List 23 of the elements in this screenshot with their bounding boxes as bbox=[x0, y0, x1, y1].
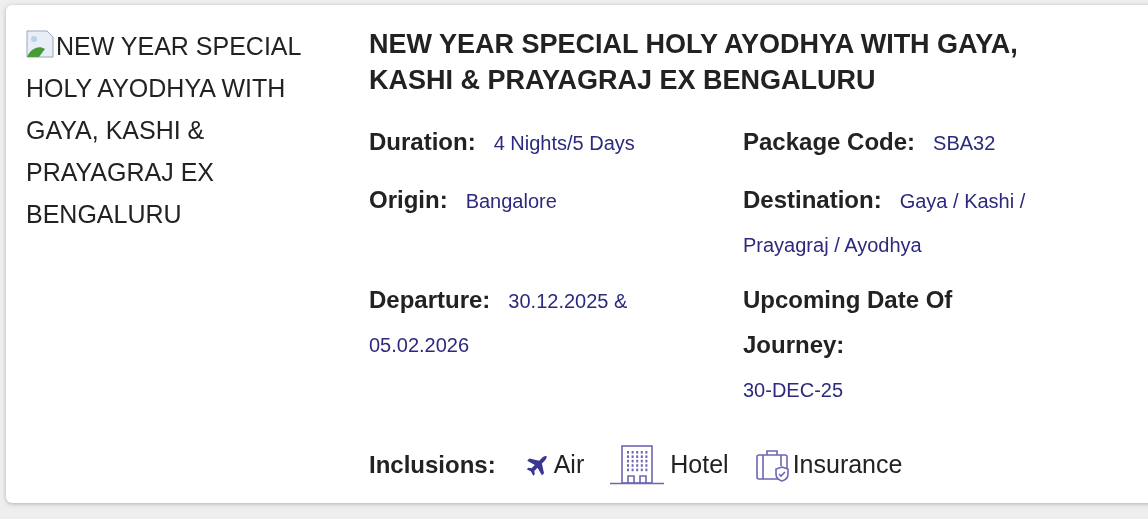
field-value: SBA32 bbox=[933, 132, 996, 154]
field-label: Duration: bbox=[369, 128, 476, 155]
field-label: Destination: bbox=[743, 186, 882, 213]
inclusions-label: Inclusions: bbox=[369, 450, 496, 480]
field-value: Prayagraj / Ayodhya bbox=[743, 233, 922, 258]
field-value: Bangalore bbox=[465, 190, 557, 212]
inclusion-label: Insurance bbox=[792, 449, 903, 481]
field-value: 30.12.2025 & bbox=[508, 290, 628, 312]
field-value: 4 Nights/5 Days bbox=[493, 132, 635, 154]
image-alt-text: NEW YEAR SPECIAL HOLY AYODHYA WITH GAYA, KASHI & PRAYAGRAJ EX BENGALURU bbox=[26, 29, 302, 230]
field-value: 05.02.2026 bbox=[369, 333, 470, 358]
field-label: Departure: bbox=[369, 286, 491, 313]
field-value: 30-DEC-25 bbox=[743, 378, 844, 403]
field-value: Gaya / Kashi / bbox=[899, 190, 1026, 212]
inclusion-label: Air bbox=[553, 449, 585, 481]
field-label: Package Code: bbox=[743, 128, 916, 155]
field-label: Upcoming Date Of Journey: bbox=[743, 286, 953, 358]
field-label: Origin: bbox=[369, 186, 448, 213]
hotel-building-icon bbox=[610, 445, 665, 485]
inclusion-label: Hotel bbox=[670, 449, 729, 481]
suitcase-shield-icon bbox=[754, 448, 791, 482]
broken-image-icon bbox=[26, 30, 54, 58]
package-title: NEW YEAR SPECIAL HOLY AYODHYA WITH GAYA, KASHI & PRAYAGRAJ EX BENGALURU bbox=[369, 28, 1019, 97]
